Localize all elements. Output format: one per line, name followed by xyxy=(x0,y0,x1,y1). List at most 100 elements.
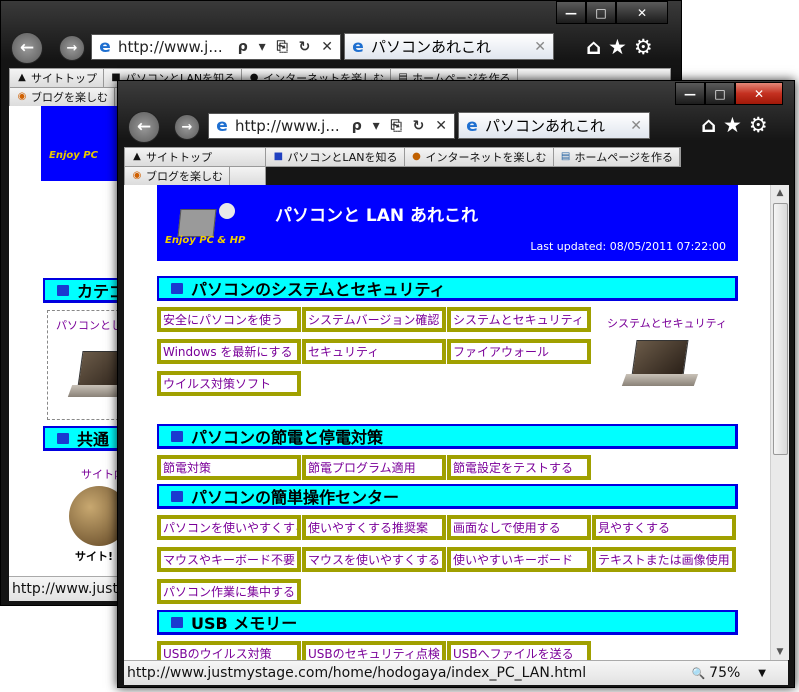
site-title: パソコンと LAN あれこれ xyxy=(275,206,479,226)
link-windows-update[interactable]: Windows を最新にする xyxy=(157,339,301,364)
fav-item-homepage[interactable]: ▤ ホームページを作る xyxy=(554,148,680,166)
fav-item-blog[interactable]: ◉ ブログを楽しむ xyxy=(125,167,230,185)
address-bar[interactable]: e http://www.j... ρ ▾ ⎘ ↻ ✕ xyxy=(208,113,455,139)
computer-icon xyxy=(177,209,217,237)
back-forward-button[interactable]: → xyxy=(59,35,85,61)
fav-item-pc-lan[interactable]: ■ パソコンとLANを知る xyxy=(266,148,405,166)
link-firewall[interactable]: ファイアウォール xyxy=(447,339,591,364)
back-category-link[interactable]: パソコンとし xyxy=(48,311,128,333)
logo-text: Enjoy PC & HP xyxy=(165,235,246,246)
section-header-ease-of-access: パソコンの簡単操作センター xyxy=(157,484,738,509)
link-antivirus[interactable]: ウイルス対策ソフト xyxy=(157,371,301,396)
section-header-usb-memory: USB メモリー xyxy=(157,610,738,635)
link-easy-see[interactable]: 見やすくする xyxy=(592,515,736,540)
link-usb-send[interactable]: USBへファイルを送る xyxy=(447,641,591,660)
back-tab-close-icon[interactable]: ✕ xyxy=(534,39,546,55)
active-tab[interactable]: e パソコンあれこれ ✕ xyxy=(458,112,650,139)
window-controls: — □ ✕ xyxy=(675,82,783,105)
link-easy-use[interactable]: パソコンを使いやすくする xyxy=(157,515,301,540)
page-content: Enjoy PC & HP パソコンと LAN あれこれ Last update… xyxy=(124,185,770,660)
back-address-bar[interactable]: e http://www.j... ρ ▾ ⎘ ↻ ✕ xyxy=(91,34,341,60)
globe-icon: ● xyxy=(412,151,421,162)
maximize-button[interactable]: □ xyxy=(705,82,735,105)
toolbar-icons[interactable]: ⌂★⚙ xyxy=(701,113,775,137)
logo-image: Enjoy PC & HP xyxy=(165,203,245,251)
link-system-version[interactable]: システムバージョン確認 xyxy=(302,307,446,332)
back-logo-text: Enjoy PC xyxy=(49,150,98,161)
favorites-bar-row2: ◉ ブログを楽しむ xyxy=(124,166,266,186)
scroll-down-arrow[interactable]: ▼ xyxy=(771,644,789,660)
character-head-icon xyxy=(219,203,235,219)
laptop-icon xyxy=(57,432,69,444)
tab-title: パソコンあれこれ xyxy=(485,117,606,135)
scroll-thumb[interactable] xyxy=(773,203,788,455)
back-back-button[interactable]: ← xyxy=(11,32,43,64)
link-recommended[interactable]: 使いやすくする推奨案 xyxy=(302,515,446,540)
link-text-image[interactable]: テキストまたは画像使用 xyxy=(592,547,736,572)
zoom-dropdown-arrow[interactable]: ▼ xyxy=(758,668,766,679)
ie-icon: e xyxy=(216,116,228,136)
vertical-scrollbar[interactable]: ▲ ▼ xyxy=(770,185,789,660)
close-button[interactable]: ✕ xyxy=(735,82,783,105)
link-mouse-easy[interactable]: マウスを使いやすくする xyxy=(302,547,446,572)
link-keyboard-easy[interactable]: 使いやすいキーボード xyxy=(447,547,591,572)
foreground-browser-window[interactable]: — □ ✕ ← → e http://www.j... ρ ▾ ⎘ ↻ ✕ e … xyxy=(117,80,795,688)
scroll-up-arrow[interactable]: ▲ xyxy=(771,185,789,201)
back-favorites-bar-row2: ◉ ブログを楽しむ xyxy=(9,87,131,107)
last-updated: Last updated: 08/05/2011 07:22:00 xyxy=(530,240,726,253)
link-safe-pc[interactable]: 安全にパソコンを使う xyxy=(157,307,301,332)
link-power-program[interactable]: 節電プログラム適用 xyxy=(302,455,446,480)
link-power-test[interactable]: 節電設定をテストする xyxy=(447,455,591,480)
laptop-icon xyxy=(57,284,69,296)
status-bar: http://www.justmystage.com/home/hodogaya… xyxy=(124,660,788,685)
address-text: http://www.j... xyxy=(235,117,340,135)
back-globe-label: サイト! xyxy=(75,550,114,563)
ie-icon: e xyxy=(99,37,111,57)
link-system-security[interactable]: システムとセキュリティ xyxy=(447,307,591,332)
blog-icon: ◉ xyxy=(17,91,27,102)
section-header-system-security: パソコンのシステムとセキュリティ xyxy=(157,276,738,301)
site-header: Enjoy PC & HP パソコンと LAN あれこれ Last update… xyxy=(157,185,738,261)
link-focus[interactable]: パソコン作業に集中する xyxy=(157,579,301,604)
fav-item[interactable]: ▲ サイトトップ xyxy=(10,69,104,87)
minimize-button[interactable]: — xyxy=(675,82,705,105)
back-maximize-button[interactable]: □ xyxy=(586,1,616,24)
link-usb-antivirus[interactable]: USBのウイルス対策 xyxy=(157,641,301,660)
back-tab[interactable]: e パソコンあれこれ ✕ xyxy=(344,33,554,60)
laptop-icon: ■ xyxy=(273,151,284,162)
site-icon: ▲ xyxy=(133,151,141,162)
site-icon: ▲ xyxy=(18,72,26,83)
back-close-button[interactable]: ✕ xyxy=(616,1,668,24)
fav-item-site-top[interactable]: ▲ サイトトップ xyxy=(125,148,267,166)
laptop-icon xyxy=(171,490,183,502)
back-minimize-button[interactable]: — xyxy=(556,1,586,24)
status-url: http://www.justmystage.com/home/hodogaya… xyxy=(127,665,587,681)
link-no-screen[interactable]: 画面なしで使用する xyxy=(447,515,591,540)
back-tab-title: パソコンあれこれ xyxy=(371,38,492,56)
ie-icon: e xyxy=(352,36,364,57)
fav-item-internet[interactable]: ● インターネットを楽しむ xyxy=(405,148,554,166)
laptop-icon xyxy=(171,430,183,442)
link-no-mouse-keyboard[interactable]: マウスやキーボード不要 xyxy=(157,547,301,572)
link-usb-security[interactable]: USBのセキュリティ点検 xyxy=(302,641,446,660)
tab-close-icon[interactable]: ✕ xyxy=(630,118,642,134)
back-window-controls: — □ ✕ xyxy=(556,1,668,24)
favorites-bar: ▲ サイトトップ ■ パソコンとLANを知る ● インターネットを楽しむ ▤ ホームペー… xyxy=(124,147,681,167)
side-link-system-security[interactable]: システムとセキュリティ xyxy=(602,315,732,331)
blog-icon: ◉ xyxy=(132,170,142,181)
address-tools-icons[interactable]: ρ ▾ ⎘ ↻ ✕ xyxy=(352,118,450,134)
link-power-saving[interactable]: 節電対策 xyxy=(157,455,301,480)
back-toolbar-icons[interactable]: ⌂★⚙ xyxy=(586,35,660,59)
laptop-icon xyxy=(171,616,183,628)
laptop-image xyxy=(621,340,699,400)
fav-item[interactable]: ◉ ブログを楽しむ xyxy=(10,88,115,106)
address-tools-icons[interactable]: ρ ▾ ⎘ ↻ ✕ xyxy=(238,39,336,55)
zoom-level[interactable]: 75% xyxy=(709,665,740,681)
back-button[interactable]: ← xyxy=(128,111,160,143)
back-status-url: http://www.just xyxy=(12,581,118,597)
link-security[interactable]: セキュリティ xyxy=(302,339,446,364)
forward-button[interactable]: → xyxy=(174,114,200,140)
page-icon: ▤ xyxy=(560,151,571,162)
back-address-text: http://www.j... xyxy=(118,38,223,56)
laptop-icon xyxy=(171,282,183,294)
